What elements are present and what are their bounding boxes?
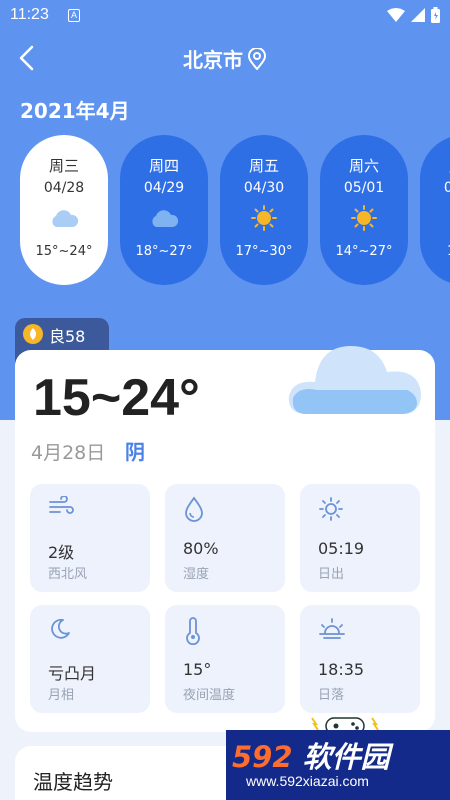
city-name: 北京市 xyxy=(183,48,243,72)
day-temp-range: 18°~27° xyxy=(135,244,193,259)
system-icons xyxy=(387,7,440,23)
daily-forecast-strip[interactable]: 周三 04/28 15°~24° 周四 04/29 18°~27° 周五 04/… xyxy=(20,135,450,287)
detail-tile-humidity: 80% 湿度 xyxy=(165,484,285,592)
watermark-brand-text: 软件园 xyxy=(302,740,390,774)
sun-icon xyxy=(251,205,277,231)
battery-icon xyxy=(431,7,440,23)
today-card: 15~24° 4月28日 阴 2级 西北风 80% 湿度 05:19 日出 亏凸… xyxy=(15,346,435,732)
day-weekday: 周四 xyxy=(148,157,179,175)
cloud-icon xyxy=(152,210,179,227)
day-card[interactable]: 周六 05/01 14°~27° xyxy=(320,135,408,285)
cloud-icon xyxy=(52,210,79,227)
day-date: 05/01 xyxy=(343,180,385,196)
detail-label: 月相 xyxy=(48,688,75,703)
detail-tile-night-temp: 15° 夜间温度 xyxy=(165,605,285,713)
day-weekday: 周三 xyxy=(48,157,79,175)
detail-tile-sunset: 18:35 日落 xyxy=(300,605,420,713)
signal-icon xyxy=(411,8,425,22)
detail-label: 日落 xyxy=(318,688,345,703)
watermark-url: www.592xiazai.com xyxy=(246,773,369,789)
notification-a-icon: A xyxy=(68,9,80,22)
detail-label: 夜间温度 xyxy=(183,688,236,703)
cloud-icon xyxy=(288,346,421,414)
day-card[interactable]: 周日 05/02 15°~ xyxy=(420,135,450,285)
sunrise-icon xyxy=(319,497,343,521)
air-quality-label: 良58 xyxy=(49,327,86,346)
sunset-icon xyxy=(319,618,345,639)
moon-icon xyxy=(51,618,70,639)
day-temp-range: 15°~ xyxy=(420,244,450,259)
today-condition: 阴 xyxy=(125,440,145,464)
day-date: 04/30 xyxy=(243,180,285,196)
humidity-drop-icon xyxy=(185,496,203,522)
watermark-brand: 592 软件园 xyxy=(232,734,390,776)
day-temp-range: 14°~27° xyxy=(335,244,393,259)
detail-value: 2级 xyxy=(48,543,75,562)
watermark-brand-number: 592 xyxy=(232,740,293,774)
detail-label: 湿度 xyxy=(183,567,210,582)
sun-icon xyxy=(351,205,377,231)
leaf-icon xyxy=(23,324,43,344)
day-card[interactable]: 周五 04/30 17°~30° xyxy=(220,135,308,285)
thermometer-icon xyxy=(186,617,200,645)
day-temp-range: 15°~24° xyxy=(35,244,93,259)
day-weekday: 周五 xyxy=(248,157,279,175)
detail-value: 亏凸月 xyxy=(48,664,97,683)
wifi-icon xyxy=(387,8,405,22)
detail-label: 日出 xyxy=(318,567,345,582)
detail-label: 西北风 xyxy=(48,567,88,582)
month-label: 2021年4月 xyxy=(20,99,130,123)
status-bar: 11:23 A xyxy=(0,0,450,30)
detail-tile-moon: 亏凸月 月相 xyxy=(30,605,150,713)
detail-tile-wind: 2级 西北风 xyxy=(30,484,150,592)
detail-value: 80% xyxy=(183,539,219,558)
wind-icon xyxy=(49,496,74,514)
day-date: 04/28 xyxy=(43,180,85,196)
day-weekday: 周日 xyxy=(420,155,450,176)
status-time: 11:23 xyxy=(10,6,49,23)
today-temp-range: 15~24° xyxy=(33,369,200,427)
day-date: 05/02 xyxy=(443,180,450,196)
detail-value: 05:19 xyxy=(318,539,365,558)
day-date: 04/29 xyxy=(143,180,185,196)
location-pin-icon xyxy=(247,46,267,71)
watermark-logo: 592 软件园 www.592xiazai.com xyxy=(226,730,450,800)
day-temp-range: 17°~30° xyxy=(235,244,293,259)
detail-value: 18:35 xyxy=(318,660,365,679)
today-date: 4月28日 xyxy=(31,442,106,464)
day-card[interactable]: 周三 04/28 15°~24° xyxy=(20,135,108,285)
trend-title: 温度趋势 xyxy=(33,770,113,794)
detail-value: 15° xyxy=(183,660,212,679)
day-weekday: 周六 xyxy=(348,157,379,175)
day-card[interactable]: 周四 04/29 18°~27° xyxy=(120,135,208,285)
detail-tile-sunrise: 05:19 日出 xyxy=(300,484,420,592)
city-title[interactable]: 北京市 xyxy=(0,44,450,73)
